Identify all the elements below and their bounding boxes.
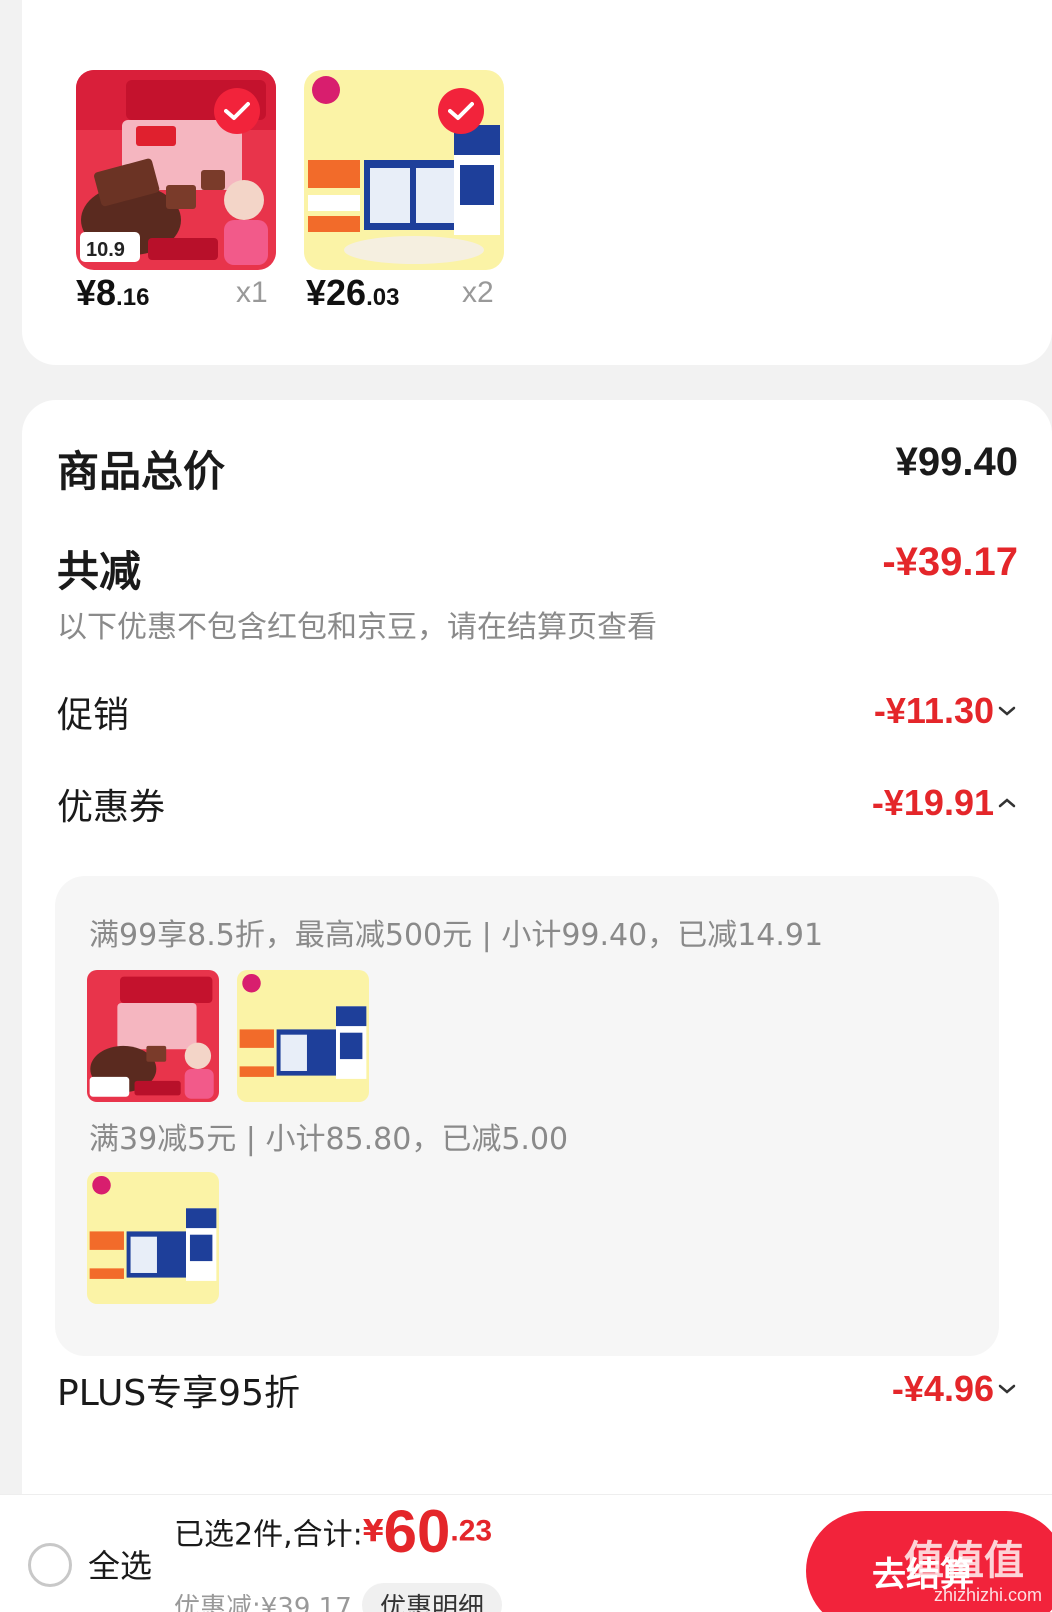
chocolate-thumbnail-image <box>87 970 219 1102</box>
product-price-milk: ¥26.03 <box>306 272 400 313</box>
chevron-down-icon[interactable] <box>996 700 1018 722</box>
coupon-1-product-milk <box>237 970 369 1102</box>
selected-check-icon[interactable] <box>438 88 484 134</box>
selected-check-icon[interactable] <box>214 88 260 134</box>
plus-discount-value[interactable]: -¥4.96 <box>892 1368 994 1410</box>
selected-total: 已选2件,合计:¥60.23 <box>174 1497 492 1566</box>
product-qty-milk: x2 <box>462 276 494 309</box>
checkout-bar: 全选 已选2件,合计:¥60.23 优惠减:¥39.17 优惠明细 去结算 <box>0 1494 1052 1612</box>
coupon-detail-panel: 满99享8.5折，最高减500元 | 小计99.40，已减14.91 满39减5… <box>55 876 999 1356</box>
total-int: 60 <box>383 1498 451 1565</box>
product-item-milk[interactable] <box>304 70 504 270</box>
plus-discount-label[interactable]: PLUS专享95折 <box>57 1364 300 1416</box>
promo-label[interactable]: 促销 <box>57 686 129 738</box>
discount-total-label: 共减 <box>57 547 142 596</box>
promo-value[interactable]: -¥11.30 <box>874 690 994 732</box>
select-all-label[interactable]: 全选 <box>88 1541 152 1587</box>
coupon-value[interactable]: -¥19.91 <box>872 782 994 824</box>
discount-total-value: -¥39.17 <box>882 540 1018 584</box>
product-qty-chocolate: x1 <box>236 276 268 309</box>
chevron-down-icon[interactable] <box>996 1378 1018 1400</box>
chevron-up-icon[interactable] <box>996 792 1018 814</box>
product-image-milk[interactable] <box>304 70 504 270</box>
milk-thumbnail-image <box>237 970 369 1102</box>
discount-note: 以下优惠不包含红包和京豆，请在结算页查看 <box>57 610 657 645</box>
svg-text:10.9: 10.9 <box>86 239 125 261</box>
total-currency: ¥ <box>362 1514 384 1549</box>
price-summary-card: 商品总价 ¥99.40 共减 -¥39.17 以下优惠不包含红包和京豆，请在结算… <box>22 400 1052 1612</box>
coupon-2-product-milk <box>87 1172 219 1304</box>
saved-amount: 优惠减:¥39.17 <box>174 1593 352 1612</box>
product-image-chocolate[interactable]: 10.9 <box>76 70 276 270</box>
discount-detail-button[interactable]: 优惠明细 <box>362 1583 502 1612</box>
total-price-label: 商品总价 <box>57 447 226 496</box>
coupon-rule-1: 满99享8.5折，最高减500元 | 小计99.40，已减14.91 <box>89 918 824 953</box>
watermark-logo: 值值值 <box>904 1538 1024 1584</box>
milk-thumbnail-image <box>87 1172 219 1304</box>
coupon-rule-2: 满39减5元 | 小计85.80，已减5.00 <box>89 1122 569 1157</box>
product-item-chocolate[interactable]: 10.9 <box>76 70 276 270</box>
coupon-1-product-chocolate <box>87 970 219 1102</box>
select-all-radio[interactable] <box>28 1543 72 1587</box>
product-price-chocolate: ¥8.16 <box>76 272 150 313</box>
coupon-label[interactable]: 优惠券 <box>57 778 165 830</box>
total-price-value: ¥99.40 <box>895 440 1018 484</box>
watermark-url: zhizhizhi.com <box>933 1585 1042 1605</box>
selected-count-text: 已选2件,合计: <box>174 1517 363 1553</box>
total-dec: .23 <box>450 1514 493 1548</box>
